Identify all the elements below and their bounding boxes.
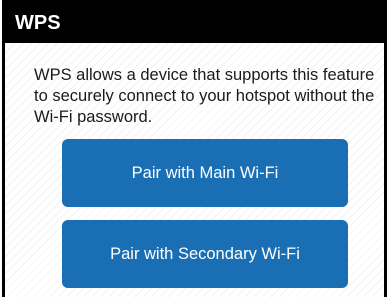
pair-secondary-wifi-button[interactable]: Pair with Secondary Wi-Fi xyxy=(62,220,348,288)
wps-description: WPS allows a device that supports this f… xyxy=(34,66,375,126)
pair-main-wifi-label: Pair with Main Wi-Fi xyxy=(131,163,279,182)
pair-secondary-wifi-label: Pair with Secondary Wi-Fi xyxy=(110,244,300,263)
pair-main-wifi-button[interactable]: Pair with Main Wi-Fi xyxy=(62,139,348,207)
wps-panel: WPS WPS allows a device that supports th… xyxy=(2,0,387,297)
panel-title: WPS xyxy=(5,3,384,43)
